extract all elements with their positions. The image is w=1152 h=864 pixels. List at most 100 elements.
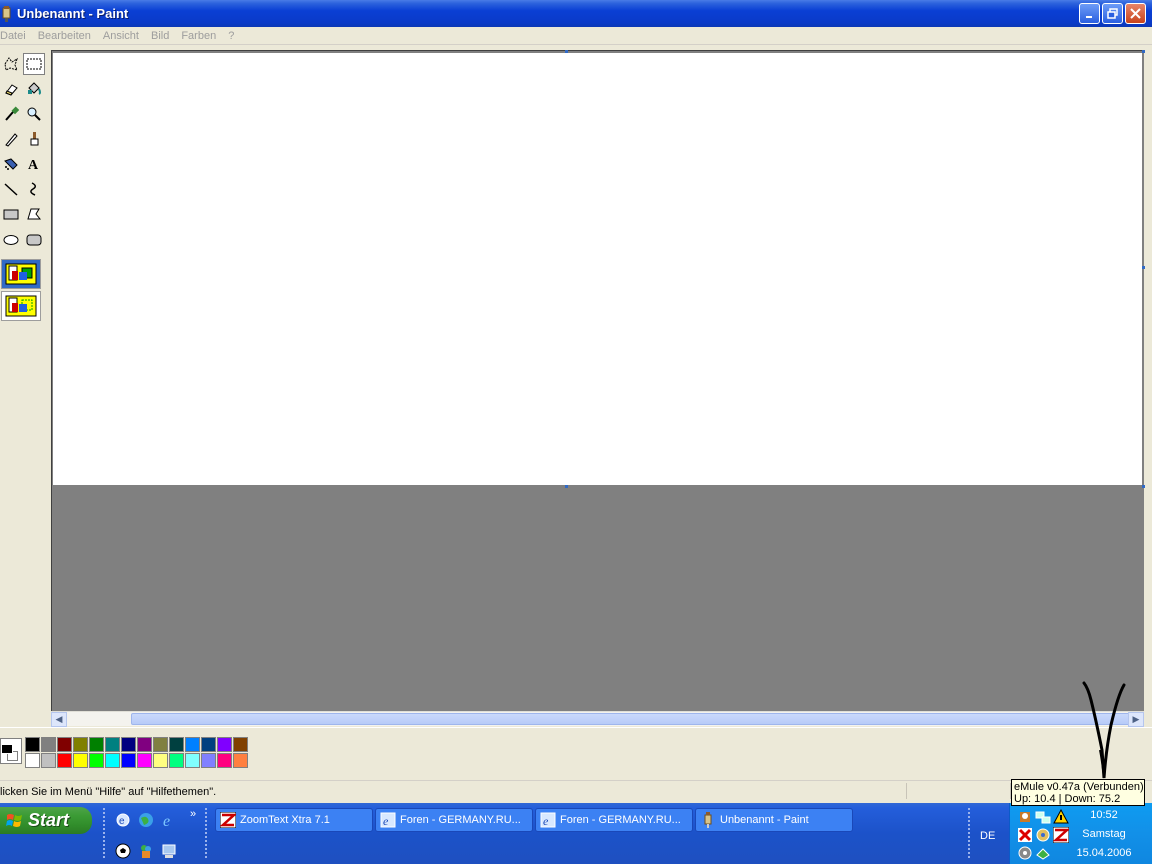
taskbar-grip[interactable]	[205, 808, 208, 858]
tray-emule-icon[interactable]	[1017, 809, 1033, 825]
chevron-right-icon: ▶	[1132, 714, 1140, 724]
palette-swatch[interactable]	[57, 753, 72, 768]
palette-swatch[interactable]	[121, 737, 136, 752]
canvas-resize-handle-corner[interactable]	[1142, 485, 1145, 488]
palette-swatch[interactable]	[233, 737, 248, 752]
quicklaunch-soccer-icon[interactable]	[115, 843, 131, 859]
close-button[interactable]	[1125, 3, 1146, 24]
palette-swatch[interactable]	[153, 753, 168, 768]
palette-swatch[interactable]	[105, 737, 120, 752]
palette-swatch[interactable]	[73, 737, 88, 752]
toolbox: A	[0, 50, 46, 726]
eraser-tool[interactable]	[0, 78, 22, 100]
quicklaunch-messenger-icon[interactable]	[138, 843, 154, 859]
polygon-tool[interactable]	[23, 203, 45, 225]
restore-button[interactable]	[1102, 3, 1123, 24]
brush-tool[interactable]	[23, 128, 45, 150]
line-tool[interactable]	[0, 178, 22, 200]
scroll-left-button[interactable]: ◀	[51, 712, 67, 727]
clock-day: Samstag	[1082, 828, 1126, 840]
menu-bearbeiten[interactable]: Bearbeiten	[32, 30, 97, 42]
title-bar[interactable]: Unbenannt - Paint	[0, 0, 1152, 27]
scroll-thumb[interactable]	[131, 713, 1136, 725]
palette-swatch[interactable]	[169, 753, 184, 768]
palette-swatch[interactable]	[185, 737, 200, 752]
tray-antivirus-icon[interactable]	[1017, 827, 1033, 843]
quicklaunch-more-button[interactable]: »	[185, 806, 201, 822]
free-form-select-tool[interactable]	[0, 53, 22, 75]
quicklaunch-computer-icon[interactable]	[161, 843, 177, 859]
menu-ansicht[interactable]: Ansicht	[97, 30, 145, 42]
palette-swatch[interactable]	[201, 737, 216, 752]
start-button[interactable]: Start	[0, 807, 92, 834]
rounded-rectangle-tool[interactable]	[23, 228, 45, 250]
task-label: ZoomText Xtra 7.1	[240, 814, 330, 826]
palette-swatch[interactable]	[185, 753, 200, 768]
drawing-canvas[interactable]	[53, 53, 1142, 485]
color-picker-tool[interactable]	[0, 103, 22, 125]
menu-bild[interactable]: Bild	[145, 30, 175, 42]
tray-network-icon[interactable]	[1035, 809, 1051, 825]
ellipse-icon	[3, 235, 19, 245]
task-zoomtext[interactable]: ZoomText Xtra 7.1	[215, 808, 373, 832]
opaque-selection-icon	[5, 263, 37, 285]
canvas-resize-handle-right[interactable]	[1142, 266, 1145, 269]
rounded-rectangle-icon	[26, 234, 42, 246]
task-paint[interactable]: Unbenannt - Paint	[695, 808, 853, 832]
fill-tool[interactable]	[23, 78, 45, 100]
svg-text:e: e	[119, 816, 125, 827]
quicklaunch-globe-icon[interactable]	[138, 812, 154, 828]
palette-swatch[interactable]	[137, 737, 152, 752]
palette-swatch[interactable]	[73, 753, 88, 768]
task-browser-1[interactable]: e Foren - GERMANY.RU...	[375, 808, 533, 832]
opaque-selection-option[interactable]	[1, 259, 41, 289]
curve-tool[interactable]	[23, 178, 45, 200]
tray-volume-icon[interactable]	[1017, 845, 1033, 861]
clock-date: 15.04.2006	[1076, 847, 1132, 859]
clock-time[interactable]: 10:52	[1062, 809, 1146, 821]
palette-swatch[interactable]	[105, 753, 120, 768]
language-indicator[interactable]: DE	[980, 830, 995, 842]
palette-swatch[interactable]	[25, 753, 40, 768]
minimize-button[interactable]	[1079, 3, 1100, 24]
palette-swatch[interactable]	[41, 737, 56, 752]
palette-swatch[interactable]	[153, 737, 168, 752]
palette-swatch[interactable]	[41, 753, 56, 768]
rectangle-tool[interactable]	[0, 203, 22, 225]
palette-swatch[interactable]	[217, 737, 232, 752]
airbrush-tool[interactable]	[0, 153, 22, 175]
foreground-color-swatch	[1, 744, 13, 754]
pencil-tool[interactable]	[0, 128, 22, 150]
eraser-icon	[5, 84, 18, 96]
scroll-right-button[interactable]: ▶	[1128, 712, 1144, 727]
current-colors	[0, 738, 22, 764]
palette-swatch[interactable]	[57, 737, 72, 752]
menu-help[interactable]: ?	[222, 30, 240, 42]
quicklaunch-ie-icon[interactable]: e	[161, 812, 177, 828]
horizontal-scrollbar[interactable]: ◀ ▶	[51, 711, 1144, 727]
palette-swatch[interactable]	[25, 737, 40, 752]
palette-swatch[interactable]	[121, 753, 136, 768]
palette-swatch[interactable]	[201, 753, 216, 768]
ellipse-tool[interactable]	[0, 228, 22, 250]
task-browser-2[interactable]: e Foren - GERMANY.RU...	[535, 808, 693, 832]
menu-datei[interactable]: Datei	[0, 30, 32, 42]
palette-swatch[interactable]	[89, 753, 104, 768]
menu-farben[interactable]: Farben	[175, 30, 222, 42]
transparent-selection-option[interactable]	[1, 291, 41, 321]
start-label: Start	[28, 810, 70, 830]
canvas-resize-handle-bottom[interactable]	[565, 485, 568, 488]
tray-drive-icon[interactable]	[1035, 827, 1051, 843]
palette-swatch[interactable]	[89, 737, 104, 752]
tray-update-icon[interactable]	[1035, 845, 1051, 861]
magnifier-tool[interactable]	[23, 103, 45, 125]
palette-swatch[interactable]	[169, 737, 184, 752]
taskbar-grip[interactable]	[103, 808, 106, 858]
palette-swatch[interactable]	[217, 753, 232, 768]
palette-swatch[interactable]	[233, 753, 248, 768]
taskbar-grip[interactable]	[968, 808, 971, 858]
quicklaunch-outlook-icon[interactable]: e	[115, 812, 131, 828]
text-tool[interactable]: A	[23, 153, 45, 175]
palette-swatch[interactable]	[137, 753, 152, 768]
rectangle-select-tool[interactable]	[23, 53, 45, 75]
